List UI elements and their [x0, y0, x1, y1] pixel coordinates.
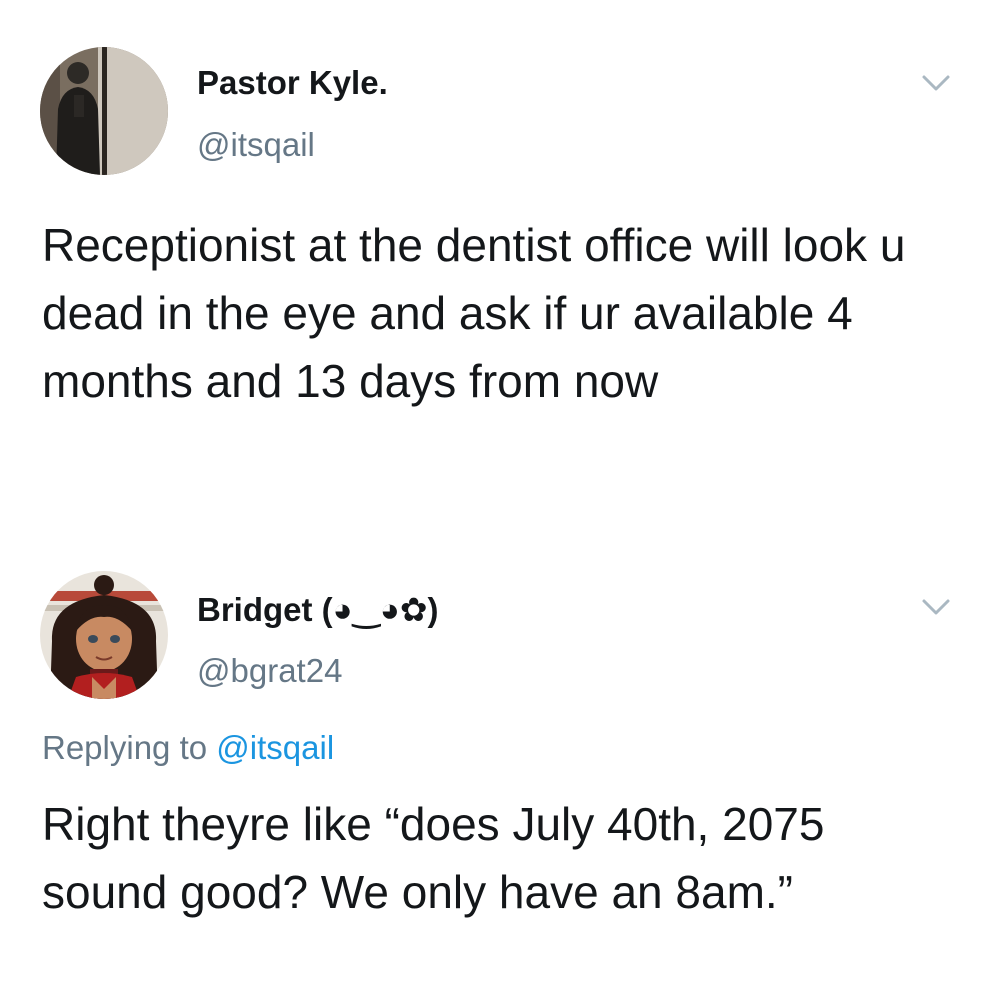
tweet-text: Right theyre like “does July 40th, 2075 …	[42, 798, 825, 918]
chevron-down-icon[interactable]	[920, 72, 952, 94]
display-name[interactable]: Bridget (◕‿◕✿)	[197, 590, 439, 630]
reply-context: Replying to @itsqail	[42, 728, 334, 768]
chevron-down-icon[interactable]	[920, 596, 952, 618]
display-name[interactable]: Pastor Kyle.	[197, 63, 388, 103]
cartoon-avatar-icon	[40, 571, 168, 699]
avatar[interactable]	[40, 47, 168, 175]
reply-to-link[interactable]: @itsqail	[216, 729, 334, 766]
reply-prefix: Replying to	[42, 729, 208, 766]
tweet-text: Receptionist at the dentist office will …	[42, 219, 906, 407]
user-handle[interactable]: @bgrat24	[197, 651, 342, 691]
user-handle[interactable]: @itsqail	[197, 125, 315, 165]
user-avatar-photo-icon	[40, 47, 168, 175]
avatar[interactable]	[40, 571, 168, 699]
